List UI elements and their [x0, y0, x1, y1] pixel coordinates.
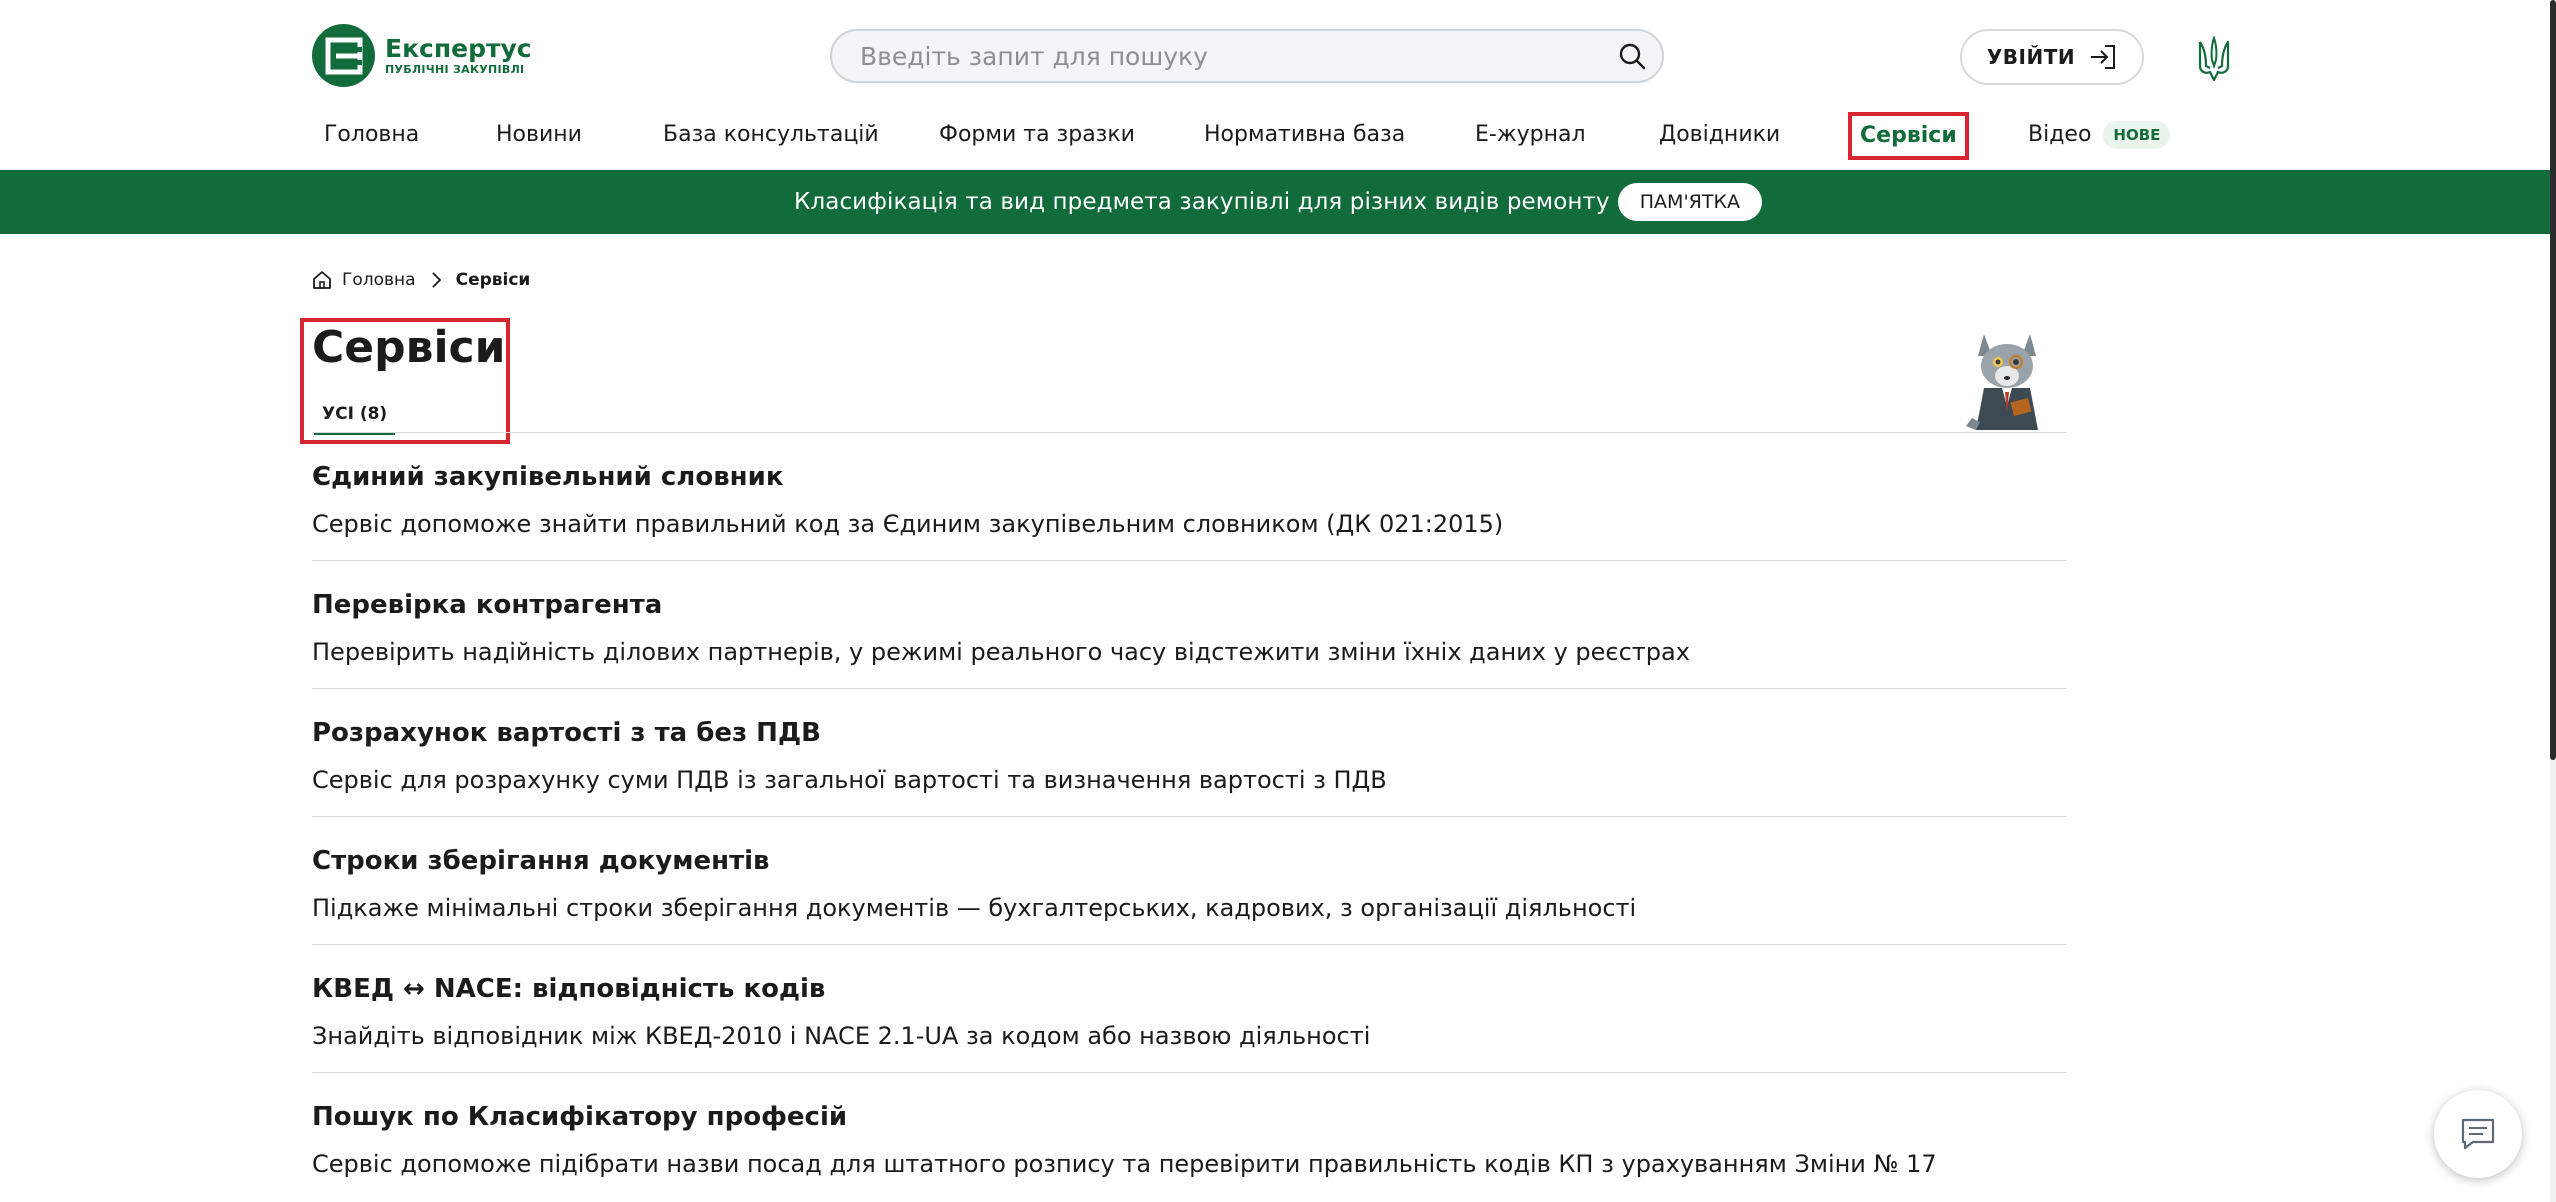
service-title[interactable]: Строки зберігання документів — [312, 843, 770, 879]
service-description: Підкаже мінімальні строки зберігання док… — [312, 894, 1637, 922]
new-badge: НОВЕ — [2103, 121, 2171, 149]
nav-item-journal[interactable]: Е-журнал — [1475, 112, 1586, 160]
promo-banner: Класифікація та вид предмета закупівлі д… — [0, 170, 2556, 234]
service-title[interactable]: Перевірка контрагента — [312, 587, 662, 623]
search-bar — [830, 29, 1664, 83]
nav-item-services[interactable]: Сервіси — [1848, 112, 1969, 160]
services-list: Єдиний закупівельний словник Сервіс допо… — [312, 433, 2067, 1201]
nav-item-forms[interactable]: Форми та зразки — [939, 112, 1135, 160]
nav-item-news[interactable]: Новини — [496, 112, 582, 160]
nav-item-video[interactable]: Відео НОВЕ — [2028, 112, 2171, 160]
page-title: Сервіси — [312, 322, 506, 373]
nav-item-references[interactable]: Довідники — [1659, 112, 1780, 160]
tab-all[interactable]: УСІ (8) — [314, 398, 396, 435]
nav-item-home[interactable]: Головна — [324, 112, 419, 160]
service-item[interactable]: КВЕД ↔ NACE: відповідність кодів Знайдіт… — [312, 945, 2067, 1073]
login-icon — [2089, 44, 2117, 70]
nav-item-regulations[interactable]: Нормативна база — [1204, 112, 1405, 160]
scrollbar-thumb[interactable] — [2550, 0, 2556, 760]
breadcrumb: Головна Сервіси — [312, 270, 530, 290]
service-title[interactable]: Єдиний закупівельний словник — [312, 459, 784, 495]
login-button[interactable]: УВІЙТИ — [1960, 29, 2144, 85]
home-icon[interactable] — [312, 270, 332, 290]
service-description: Сервіс для розрахунку суми ПДВ із загаль… — [312, 766, 1387, 794]
nav-item-video-label: Відео — [2028, 122, 2092, 147]
breadcrumb-home[interactable]: Головна — [342, 270, 416, 290]
search-input[interactable] — [832, 40, 1602, 72]
logo-icon — [312, 24, 375, 87]
banner-memo-button[interactable]: ПАМ'ЯТКА — [1617, 183, 1762, 221]
logo-text: Експертус ПУБЛІЧНІ ЗАКУПІВЛІ — [385, 33, 532, 77]
banner-text[interactable]: Класифікація та вид предмета закупівлі д… — [794, 189, 1610, 215]
chat-icon — [2461, 1118, 2495, 1150]
breadcrumb-current: Сервіси — [455, 270, 531, 290]
wolf-mascot-icon — [1966, 334, 2038, 430]
main-nav: Головна Новини База консультацій Форми т… — [306, 112, 2206, 160]
service-title[interactable]: Пошук по Класифікатору професій — [312, 1099, 847, 1135]
service-item[interactable]: Строки зберігання документів Підкаже мін… — [312, 817, 2067, 945]
service-description: Сервіс допоможе знайти правильний код за… — [312, 510, 1504, 538]
chevron-right-icon — [430, 271, 442, 289]
service-item[interactable]: Перевірка контрагента Перевірить надійні… — [312, 561, 2067, 689]
nav-item-consultations[interactable]: База консультацій — [663, 112, 879, 160]
search-icon — [1619, 43, 1646, 70]
page-scrollbar[interactable] — [2550, 0, 2556, 1202]
service-item[interactable]: Пошук по Класифікатору професій Сервіс д… — [312, 1073, 2067, 1201]
login-label: УВІЙТИ — [1986, 45, 2076, 69]
service-description: Сервіс допоможе підібрати назви посад дл… — [312, 1150, 1937, 1178]
service-item[interactable]: Розрахунок вартості з та без ПДВ Сервіс … — [312, 689, 2067, 817]
service-item[interactable]: Єдиний закупівельний словник Сервіс допо… — [312, 433, 2067, 561]
brand-subtitle: ПУБЛІЧНІ ЗАКУПІВЛІ — [385, 62, 525, 76]
service-title[interactable]: КВЕД ↔ NACE: відповідність кодів — [312, 971, 825, 1007]
service-description: Знайдіть відповідник між КВЕД-2010 і NAC… — [312, 1022, 1371, 1050]
page: Експертус ПУБЛІЧНІ ЗАКУПІВЛІ УВІЙТИ — [0, 0, 2556, 1202]
trident-icon — [2198, 36, 2230, 82]
service-description: Перевірить надійність ділових партнерів,… — [312, 638, 1690, 666]
search-button[interactable] — [1602, 31, 1662, 81]
brand-logo[interactable]: Експертус ПУБЛІЧНІ ЗАКУПІВЛІ — [312, 24, 532, 87]
service-title[interactable]: Розрахунок вартості з та без ПДВ — [312, 715, 821, 751]
brand-name: Експертус — [385, 33, 532, 63]
chat-button[interactable] — [2434, 1090, 2522, 1178]
